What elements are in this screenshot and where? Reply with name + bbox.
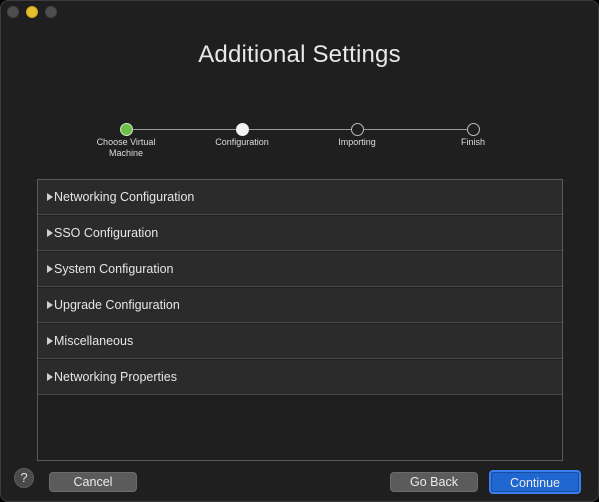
- progress-stepper: Choose Virtual Machine Configuration Imp…: [1, 1, 598, 171]
- go-back-button[interactable]: Go Back: [390, 472, 478, 492]
- disclosure-triangle-icon: [47, 372, 53, 381]
- settings-panel: Networking Configuration SSO Configurati…: [37, 179, 563, 461]
- disclosure-triangle-icon: [47, 228, 53, 237]
- step-label-importing: Importing: [338, 137, 376, 147]
- step-label-configuration: Configuration: [215, 137, 269, 147]
- section-system-configuration[interactable]: System Configuration: [38, 252, 562, 287]
- step-connector: [249, 129, 351, 130]
- section-networking-properties[interactable]: Networking Properties: [38, 360, 562, 395]
- section-label: Miscellaneous: [54, 334, 134, 348]
- step-connector: [364, 129, 467, 130]
- step-label-choose-vm: Choose Virtual Machine: [96, 137, 156, 158]
- section-sso-configuration[interactable]: SSO Configuration: [38, 216, 562, 251]
- section-label: Networking Properties: [54, 370, 177, 384]
- step-indicator-importing: [351, 123, 364, 136]
- disclosure-triangle-icon: [47, 192, 53, 201]
- disclosure-triangle-icon: [47, 300, 53, 309]
- step-label-finish: Finish: [460, 137, 485, 147]
- step-indicator-choose-vm: [120, 123, 133, 136]
- cancel-button[interactable]: Cancel: [49, 472, 137, 492]
- disclosure-triangle-icon: [47, 264, 53, 273]
- section-label: SSO Configuration: [54, 226, 159, 240]
- step-indicator-finish: [467, 123, 480, 136]
- section-label: Networking Configuration: [54, 190, 195, 204]
- section-upgrade-configuration[interactable]: Upgrade Configuration: [38, 288, 562, 323]
- continue-button[interactable]: Continue: [489, 470, 581, 494]
- section-label: System Configuration: [54, 262, 174, 276]
- section-miscellaneous[interactable]: Miscellaneous: [38, 324, 562, 359]
- dialog-window: Additional Settings Choose Virtual Machi…: [0, 0, 599, 502]
- help-button[interactable]: ?: [14, 468, 34, 488]
- section-label: Upgrade Configuration: [54, 298, 180, 312]
- section-networking-configuration[interactable]: Networking Configuration: [38, 180, 562, 215]
- step-indicator-configuration: [236, 123, 249, 136]
- disclosure-triangle-icon: [47, 336, 53, 345]
- step-connector: [133, 129, 236, 130]
